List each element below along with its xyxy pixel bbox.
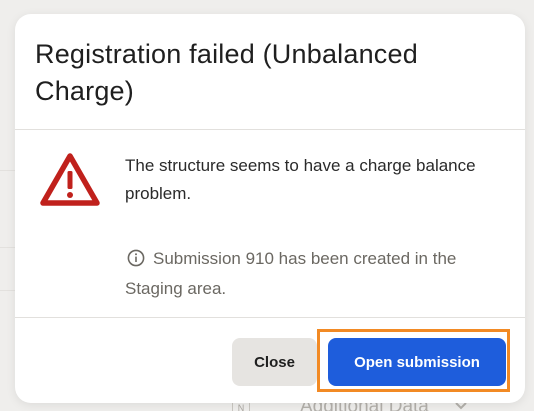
close-button[interactable]: Close bbox=[232, 338, 317, 386]
warning-triangle-icon bbox=[40, 153, 100, 206]
dialog-header: Registration failed (Unbalanced Charge) bbox=[15, 14, 525, 130]
error-message: The structure seems to have a charge bal… bbox=[125, 156, 476, 203]
background-divider bbox=[0, 170, 15, 171]
dialog-footer: Close Open submission bbox=[15, 317, 525, 404]
submission-info: Submission 910 has been created in the S… bbox=[125, 244, 515, 304]
info-circle-icon bbox=[127, 249, 145, 267]
background-divider bbox=[0, 290, 15, 291]
open-submission-button[interactable]: Open submission bbox=[328, 338, 506, 386]
dialog-title: Registration failed (Unbalanced Charge) bbox=[35, 39, 418, 106]
background-divider bbox=[0, 247, 15, 248]
error-dialog: Registration failed (Unbalanced Charge) … bbox=[15, 14, 525, 403]
dialog-body: The structure seems to have a charge bal… bbox=[15, 130, 525, 317]
submission-info-text: Submission 910 has been created in the S… bbox=[125, 249, 457, 298]
